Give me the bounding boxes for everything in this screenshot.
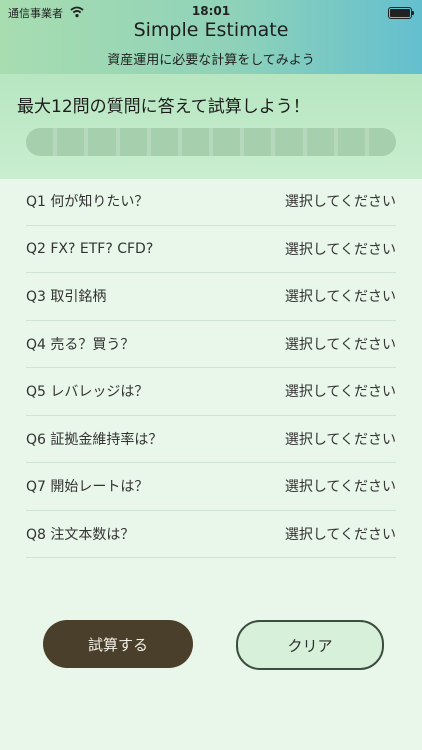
answer-select[interactable]: 選択してください: [285, 334, 396, 354]
question-row-q1[interactable]: Q1 何が知りたい？ 選択してください: [26, 178, 396, 226]
progress-segment: [150, 128, 178, 156]
answer-select[interactable]: 選択してください: [285, 429, 396, 449]
progress-segment: [57, 128, 85, 156]
question-row-q7[interactable]: Q7 開始レートは？ 選択してください: [26, 463, 396, 511]
question-label: Q3 取引銘柄: [26, 289, 107, 306]
app-subtitle: 資産運用に必要な計算をしてみよう: [107, 53, 315, 68]
answer-select[interactable]: 選択してください: [285, 524, 396, 544]
answer-select[interactable]: 選択してください: [285, 381, 396, 401]
answer-select[interactable]: 選択してください: [285, 476, 396, 496]
app-title: Simple Estimate: [133, 19, 289, 41]
progress-segment: [244, 128, 272, 156]
question-row-q3[interactable]: Q3 取引銘柄 選択してください: [26, 273, 396, 321]
intro-text: 最大12問の質問に答えて試算しよう！: [17, 97, 310, 117]
question-label: Q5 レバレッジは？: [26, 384, 149, 401]
progress-segment: [88, 128, 116, 156]
progress-segment: [26, 128, 54, 156]
answer-select[interactable]: 選択してください: [285, 191, 396, 211]
status-bar: 通信事業者 18:01: [0, 4, 422, 20]
question-progress-bar: [26, 128, 396, 156]
progress-segment: [337, 128, 365, 156]
question-row-q4[interactable]: Q4 売る？買う？ 選択してください: [26, 321, 396, 368]
question-row-q5[interactable]: Q5 レバレッジは？ 選択してください: [26, 368, 396, 416]
estimate-button[interactable]: 試算する: [43, 620, 193, 668]
progress-segment: [119, 128, 147, 156]
battery-icon: [388, 7, 414, 19]
question-label: Q4 売る？買う？: [26, 336, 135, 353]
progress-segment: [181, 128, 210, 156]
question-label: Q1 何が知りたい？: [26, 194, 149, 211]
answer-select[interactable]: 選択してください: [285, 286, 396, 306]
question-row-q8[interactable]: Q8 注文本数は？ 選択してください: [26, 511, 396, 558]
status-time: 18:01: [191, 4, 231, 18]
question-list: Q1 何が知りたい？ 選択してください Q2 FX? ETF? CFD? 選択し…: [26, 178, 396, 558]
question-label: Q8 注文本数は？: [26, 526, 135, 543]
intro-banner: 最大12問の質問に答えて試算しよう！: [0, 74, 422, 179]
question-row-q6[interactable]: Q6 証拠金維持率は？ 選択してください: [26, 416, 396, 463]
question-label: Q6 証拠金維持率は？: [26, 431, 163, 448]
progress-segment: [306, 128, 334, 156]
app-header: 通信事業者 18:01 Simple Estimate 資産運用に必要な計算をし…: [0, 0, 422, 74]
question-row-q2[interactable]: Q2 FX? ETF? CFD? 選択してください: [26, 226, 396, 273]
progress-segment: [368, 128, 396, 156]
progress-segment: [275, 128, 303, 156]
progress-segment: [213, 128, 241, 156]
answer-select[interactable]: 選択してください: [285, 239, 396, 259]
clear-button[interactable]: クリア: [236, 620, 384, 670]
question-label: Q7 開始レートは？: [26, 479, 149, 496]
question-label: Q2 FX? ETF? CFD?: [26, 240, 154, 257]
